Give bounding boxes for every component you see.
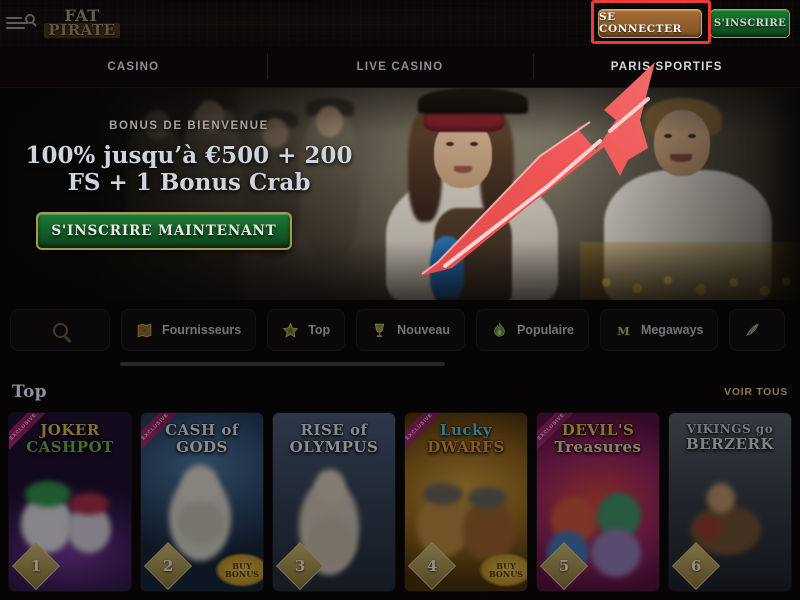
banner-title: 100% jusqu’à €500 + 200 FS + 1 Bonus Cra… [24, 142, 354, 196]
game-title-line-1: RISE of [300, 421, 368, 439]
rank-number: 4 [426, 557, 438, 575]
treasure-map-icon [137, 323, 152, 337]
category-chip-list: Fournisseurs Top Nouveau Populaire M Meg… [0, 304, 800, 356]
buy-bonus-badge: BUY BONUS [479, 553, 527, 587]
chip-megaways[interactable]: M Megaways [599, 309, 719, 351]
tab-casino[interactable]: CASINO [0, 46, 267, 87]
app-header: FAT PIRATE SE CONNECTER S'INSCRIRE [0, 0, 800, 46]
chip-fournisseurs[interactable]: Fournisseurs [121, 309, 257, 351]
header-actions: SE CONNECTER S'INSCRIRE [591, 0, 800, 44]
search-icon [52, 322, 68, 338]
game-title-line-2: DWARFS [427, 438, 505, 456]
buy-bonus-badge: BUY BONUS [215, 553, 263, 587]
login-button-wrapper: SE CONNECTER [591, 0, 711, 44]
game-title-line-1: JOKER [40, 421, 100, 439]
game-title: CASH of GODS [141, 423, 263, 455]
register-now-button[interactable]: S'INSCRIRE MAINTENANT [36, 212, 292, 251]
section-title: Top [12, 382, 47, 402]
game-card-grid: EXCLUSIVE JOKER CASHPOT 1 EXCLUSIVE CASH… [0, 412, 800, 600]
rank-number: 1 [30, 557, 42, 575]
chip-top[interactable]: Top [267, 309, 346, 351]
goblet-icon [374, 323, 385, 337]
tab-paris-sportifs[interactable]: PARIS SPORTIFS [533, 46, 800, 87]
site-logo[interactable]: FAT PIRATE [44, 4, 120, 42]
banner-text-block: BONUS DE BIENVENUE 100% jusqu’à €500 + 2… [0, 88, 360, 300]
game-title-line-1: Lucky [439, 421, 493, 439]
chip-label: Fournisseurs [162, 323, 242, 337]
banner-kicker: BONUS DE BIENVENUE [109, 120, 269, 132]
rank-number: 2 [162, 557, 174, 575]
logo-line-2: PIRATE [44, 23, 120, 38]
banner-title-line-2: FS + 1 Bonus Crab [67, 169, 311, 197]
welcome-bonus-banner[interactable]: BONUS DE BIENVENUE 100% jusqu’à €500 + 2… [0, 88, 800, 300]
svg-text:M: M [617, 323, 630, 337]
game-title: RISE of OLYMPUS [273, 423, 395, 455]
rank-number: 6 [690, 557, 702, 575]
tab-live-casino[interactable]: LIVE CASINO [266, 46, 534, 87]
parrot-feather-icon [746, 323, 760, 336]
game-title: VIKINGS go BERZERK [669, 423, 791, 452]
category-scrollbar[interactable] [120, 362, 445, 366]
chip-populaire[interactable]: Populaire [475, 309, 589, 351]
game-title: JOKER CASHPOT [9, 423, 131, 455]
banner-title-line-1: 100% jusqu’à €500 + 200 [25, 142, 353, 169]
menu-line [6, 22, 28, 24]
chip-label: Megaways [640, 323, 704, 337]
game-card[interactable]: VIKINGS go BERZERK 6 [668, 412, 792, 592]
game-title-line-2: Treasures [554, 438, 642, 456]
game-title-line-2: OLYMPUS [289, 438, 379, 456]
game-title-line-1: DEVIL'S [561, 421, 635, 439]
chip-label: Populaire [516, 323, 574, 337]
flame-icon [494, 321, 505, 336]
see-all-link[interactable]: VOIR TOUS [724, 386, 788, 398]
category-filter-bar: Fournisseurs Top Nouveau Populaire M Meg… [0, 304, 800, 370]
game-card[interactable]: EXCLUSIVE Lucky DWARFS 4 BUY BONUS [404, 412, 528, 592]
login-button[interactable]: SE CONNECTER [598, 8, 702, 38]
game-title-line-2: GODS [176, 438, 228, 456]
search-chip[interactable] [10, 309, 110, 351]
star-icon [282, 322, 299, 338]
game-title-line-1: CASH of [165, 421, 239, 439]
game-title: DEVIL'S Treasures [537, 423, 659, 455]
letter-m-icon: M [617, 323, 630, 337]
chip-label: Top [308, 323, 331, 337]
chip-label: Nouveau [397, 323, 450, 337]
signup-button[interactable]: S'INSCRIRE [710, 8, 790, 38]
game-title-line-2: CASHPOT [26, 438, 114, 456]
game-card[interactable]: EXCLUSIVE DEVIL'S Treasures 5 [536, 412, 660, 592]
game-card[interactable]: EXCLUSIVE CASH of GODS 2 BUY BONUS [140, 412, 264, 592]
rank-number: 3 [294, 557, 306, 575]
main-nav-tabs: CASINO LIVE CASINO PARIS SPORTIFS [0, 46, 800, 88]
menu-search-icon[interactable] [6, 11, 36, 35]
game-title-line-2: BERZERK [686, 435, 774, 453]
section-header-top: Top VOIR TOUS [0, 374, 800, 410]
game-card[interactable]: RISE of OLYMPUS 3 [272, 412, 396, 592]
game-title: Lucky DWARFS [405, 423, 527, 455]
game-title-line-1: VIKINGS go [686, 422, 774, 436]
chip-nouveau[interactable]: Nouveau [356, 309, 465, 351]
magnifier-glyph [25, 14, 35, 24]
menu-line [6, 27, 25, 29]
chip-parrot[interactable] [729, 309, 786, 351]
rank-number: 5 [558, 557, 570, 575]
menu-line [6, 17, 22, 19]
game-card[interactable]: EXCLUSIVE JOKER CASHPOT 1 [8, 412, 132, 592]
